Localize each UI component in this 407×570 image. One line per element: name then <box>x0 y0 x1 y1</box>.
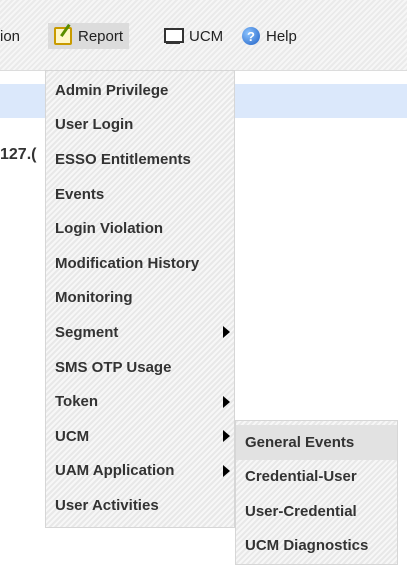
menu-item-login-violation[interactable]: Login Violation <box>46 211 234 246</box>
menu-item-label: Report <box>78 27 124 45</box>
ucm-submenu: General Events Credential-User User-Cred… <box>235 420 398 565</box>
submenu-item-credential-user[interactable]: Credential-User <box>236 460 397 495</box>
menu-item-label: UCM Diagnostics <box>245 537 369 555</box>
help-icon: ? <box>242 27 260 45</box>
menu-item-label: Help <box>266 27 297 45</box>
menu-item-label: SMS OTP Usage <box>55 358 172 376</box>
menu-item-user-activities[interactable]: User Activities <box>46 488 234 523</box>
menu-item-label: Credential-User <box>245 468 357 486</box>
menu-item-label: Modification History <box>55 254 200 272</box>
menu-item-label: ESSO Entitlements <box>55 150 191 168</box>
menu-item-label: General Events <box>245 433 355 451</box>
menu-item-label: User Login <box>55 116 134 134</box>
report-icon <box>54 27 72 45</box>
menu-item-label: UAM Application <box>55 462 175 480</box>
menu-item-admin-privilege[interactable]: Admin Privilege <box>46 73 234 108</box>
menu-item-user-login[interactable]: User Login <box>46 108 234 143</box>
menu-item-uam-application[interactable]: UAM Application <box>46 454 234 489</box>
menu-item-configuration[interactable]: ion <box>0 23 20 49</box>
monitor-icon <box>163 27 184 45</box>
submenu-arrow-icon <box>223 326 230 339</box>
menu-item-label: Token <box>55 393 99 411</box>
menu-item-sms-otp-usage[interactable]: SMS OTP Usage <box>46 350 234 385</box>
menu-item-report[interactable]: Report <box>48 23 130 49</box>
menu-item-ucm[interactable]: UCM <box>163 23 223 49</box>
menu-item-label: Events <box>55 185 105 203</box>
menu-item-label: UCM <box>189 27 224 45</box>
menu-item-monitoring[interactable]: Monitoring <box>46 281 234 316</box>
menu-item-label: User Activities <box>55 496 159 514</box>
menu-item-label: Monitoring <box>55 289 133 307</box>
submenu-item-user-credential[interactable]: User-Credential <box>236 494 397 529</box>
report-dropdown-menu: Admin Privilege User Login ESSO Entitlem… <box>45 70 235 528</box>
submenu-item-general-events[interactable]: General Events <box>236 425 397 460</box>
submenu-arrow-icon <box>223 464 230 477</box>
menu-item-ucm[interactable]: UCM <box>46 419 234 454</box>
menu-item-esso-entitlements[interactable]: ESSO Entitlements <box>46 142 234 177</box>
menu-item-modification-history[interactable]: Modification History <box>46 246 234 281</box>
menu-item-token[interactable]: Token <box>46 384 234 419</box>
menu-item-events[interactable]: Events <box>46 177 234 212</box>
menu-item-label: UCM <box>55 427 90 445</box>
menu-item-label: ion <box>0 27 21 45</box>
menu-item-label: User-Credential <box>245 502 357 520</box>
menu-item-help[interactable]: ? Help <box>242 23 297 49</box>
menu-item-label: Segment <box>55 323 119 341</box>
menu-item-segment[interactable]: Segment <box>46 315 234 350</box>
page-partial-text: 127.( <box>0 146 37 163</box>
menu-bar: ion Report UCM ? Help <box>0 0 407 71</box>
submenu-arrow-icon <box>223 395 230 408</box>
submenu-item-ucm-diagnostics[interactable]: UCM Diagnostics <box>236 529 397 564</box>
menu-item-label: Admin Privilege <box>55 81 169 99</box>
menu-item-label: Login Violation <box>55 220 164 238</box>
submenu-arrow-icon <box>223 430 230 443</box>
